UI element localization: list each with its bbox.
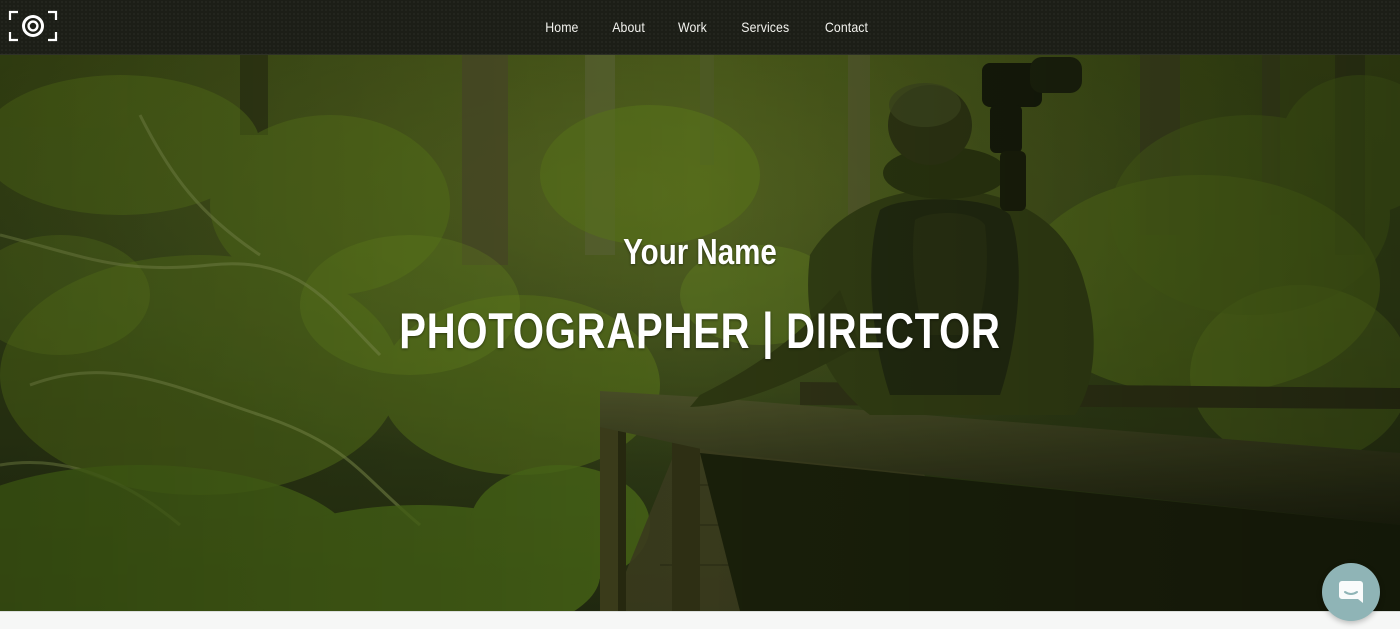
chat-widget-button[interactable] xyxy=(1322,563,1380,621)
nav-link-services[interactable]: Services xyxy=(741,19,789,35)
nav-item-services: Services xyxy=(738,19,792,37)
nav-link-about[interactable]: About xyxy=(612,19,645,35)
hero-name: Your Name xyxy=(623,231,777,272)
nav-item-about: About xyxy=(610,19,647,37)
nav-list: Home About Work Services Contact xyxy=(529,19,870,37)
nav-link-work[interactable]: Work xyxy=(678,19,707,35)
logo[interactable] xyxy=(8,10,58,42)
content-strip xyxy=(0,611,1400,629)
hero-text: Your Name PHOTOGRAPHER | DIRECTOR xyxy=(0,55,1400,611)
chat-bubble-smile-icon xyxy=(1339,581,1363,603)
top-navbar: Home About Work Services Contact xyxy=(0,0,1400,55)
camera-lens-viewfinder-icon xyxy=(8,10,58,42)
page: Home About Work Services Contact Your Na… xyxy=(0,0,1400,629)
hero-title: PHOTOGRAPHER | DIRECTOR xyxy=(399,303,1001,359)
main-nav: Home About Work Services Contact xyxy=(0,0,1400,55)
nav-item-contact: Contact xyxy=(822,19,871,37)
nav-item-home: Home xyxy=(543,19,581,37)
hero-section: Your Name PHOTOGRAPHER | DIRECTOR xyxy=(0,55,1400,611)
nav-link-home[interactable]: Home xyxy=(546,19,579,35)
nav-item-work: Work xyxy=(676,19,709,37)
nav-link-contact[interactable]: Contact xyxy=(825,19,868,35)
